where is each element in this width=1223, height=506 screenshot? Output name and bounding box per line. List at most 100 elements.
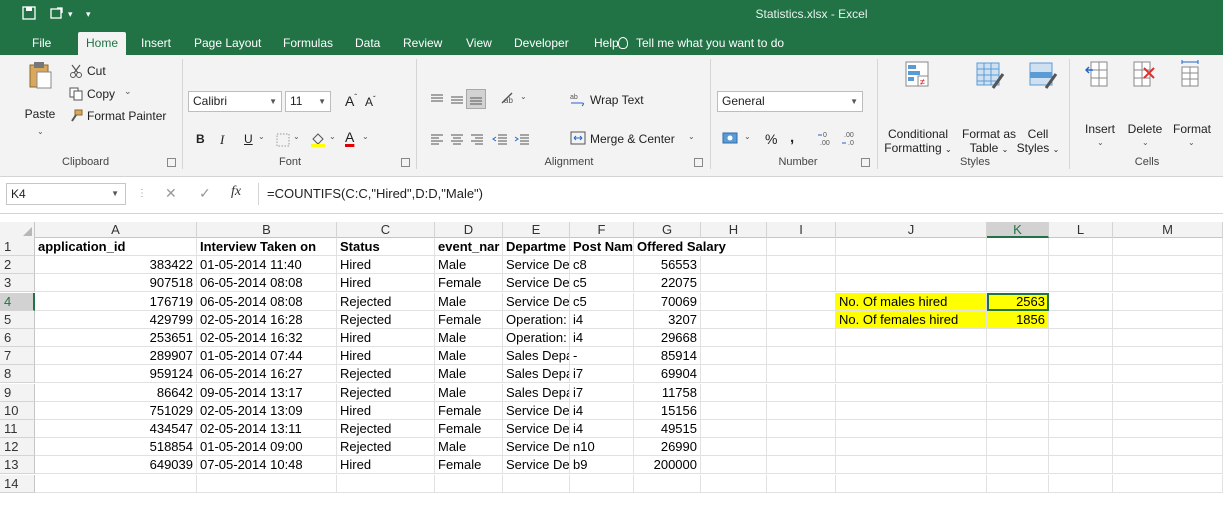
cell-e12[interactable]: Service De — [503, 438, 570, 457]
cell-h2[interactable] — [701, 256, 767, 275]
cell-m14[interactable] — [1113, 474, 1223, 493]
cell-k4[interactable]: 2563 — [987, 292, 1049, 311]
cell-b7[interactable]: 01-05-2014 07:44 — [197, 347, 337, 366]
cell-d6[interactable]: Male — [435, 329, 503, 347]
column-header-b[interactable]: B — [197, 222, 337, 238]
cell-b10[interactable]: 02-05-2014 13:09 — [197, 401, 337, 420]
cell-j3[interactable] — [836, 274, 987, 293]
cell-m9[interactable] — [1113, 383, 1223, 402]
cell-e11[interactable]: Service De — [503, 420, 570, 438]
cell-a8[interactable]: 959124 — [35, 365, 197, 384]
align-center-icon[interactable] — [450, 133, 464, 148]
cell-a9[interactable]: 86642 — [35, 383, 197, 402]
comma-style-button[interactable]: , — [790, 129, 794, 146]
cell-l6[interactable] — [1049, 329, 1113, 347]
conditional-formatting-icon[interactable]: ≠ — [904, 60, 932, 93]
cell-e14[interactable] — [503, 474, 570, 493]
cell-k10[interactable] — [987, 401, 1049, 420]
tell-me-search[interactable]: Tell me what you want to do — [618, 33, 784, 55]
cell-l7[interactable] — [1049, 347, 1113, 366]
tab-insert[interactable]: Insert — [133, 33, 179, 55]
cell-m8[interactable] — [1113, 365, 1223, 384]
cell-c12[interactable]: Rejected — [337, 438, 435, 457]
cell-b6[interactable]: 02-05-2014 16:32 — [197, 329, 337, 347]
wrap-text-icon[interactable]: ab — [570, 93, 586, 110]
cell-j10[interactable] — [836, 401, 987, 420]
cell-c2[interactable]: Hired — [337, 256, 435, 275]
format-painter-icon[interactable] — [69, 109, 83, 126]
cell-a2[interactable]: 383422 — [35, 256, 197, 275]
cell-f1[interactable]: Post Nam — [570, 238, 634, 256]
cell-k1[interactable] — [987, 238, 1049, 256]
insert-dropdown-icon[interactable]: ⌄ — [1097, 138, 1104, 147]
cell-i14[interactable] — [767, 474, 836, 493]
cell-b4[interactable]: 06-05-2014 08:08 — [197, 292, 337, 311]
column-header-k[interactable]: K — [987, 222, 1049, 238]
row-header-1[interactable]: 1 — [0, 238, 35, 256]
cell-e2[interactable]: Service De — [503, 256, 570, 275]
column-header-h[interactable]: H — [701, 222, 767, 238]
cell-f9[interactable]: i7 — [570, 383, 634, 402]
cell-b1[interactable]: Interview Taken on — [197, 238, 337, 256]
cell-a1[interactable]: application_id — [35, 238, 197, 256]
orientation-icon[interactable]: ab — [500, 91, 518, 108]
cell-f10[interactable]: i4 — [570, 401, 634, 420]
font-name-combo[interactable]: Calibri ▼ — [188, 91, 282, 112]
cell-g13[interactable]: 200000 — [634, 456, 701, 475]
formula-input[interactable]: =COUNTIFS(C:C,"Hired",D:D,"Male") — [258, 183, 1223, 205]
column-header-i[interactable]: I — [767, 222, 836, 238]
cell-g2[interactable]: 56553 — [634, 256, 701, 275]
cell-e3[interactable]: Service De — [503, 274, 570, 293]
column-header-d[interactable]: D — [435, 222, 503, 238]
font-color-dropdown-icon[interactable]: ⌄ — [362, 132, 369, 141]
cell-e1[interactable]: Departme — [503, 238, 570, 256]
cell-e10[interactable]: Service De — [503, 401, 570, 420]
decrease-decimal-icon[interactable]: .00.0 — [842, 129, 858, 150]
cell-f13[interactable]: b9 — [570, 456, 634, 475]
cell-b11[interactable]: 02-05-2014 13:11 — [197, 420, 337, 438]
align-top-icon[interactable] — [430, 93, 444, 108]
underline-dropdown-icon[interactable]: ⌄ — [258, 132, 265, 141]
column-header-j[interactable]: J — [836, 222, 987, 238]
cell-k6[interactable] — [987, 329, 1049, 347]
cell-l9[interactable] — [1049, 383, 1113, 402]
cell-j7[interactable] — [836, 347, 987, 366]
merge-center-button[interactable]: Merge & Center — [590, 132, 675, 146]
borders-dropdown-icon[interactable]: ⌄ — [293, 132, 300, 141]
cell-c4[interactable]: Rejected — [337, 292, 435, 311]
cell-h4[interactable] — [701, 292, 767, 311]
cell-i3[interactable] — [767, 274, 836, 293]
cell-l5[interactable] — [1049, 310, 1113, 329]
cell-m3[interactable] — [1113, 274, 1223, 293]
paste-button[interactable]: Paste — [22, 107, 58, 121]
cell-d9[interactable]: Male — [435, 383, 503, 402]
align-right-icon[interactable] — [470, 133, 484, 148]
cell-i8[interactable] — [767, 365, 836, 384]
cell-k9[interactable] — [987, 383, 1049, 402]
cell-m5[interactable] — [1113, 310, 1223, 329]
tab-review[interactable]: Review — [395, 33, 450, 55]
format-as-table-button[interactable]: Format as Table ⌄ — [955, 127, 1023, 157]
tab-developer[interactable]: Developer — [506, 33, 577, 55]
insert-cells-button[interactable]: Insert — [1078, 122, 1122, 136]
format-cells-icon[interactable] — [1178, 58, 1204, 91]
cell-l2[interactable] — [1049, 256, 1113, 275]
format-cells-button[interactable]: Format — [1166, 122, 1218, 136]
cell-f14[interactable] — [570, 474, 634, 493]
cell-d4[interactable]: Male — [435, 292, 503, 311]
cell-i2[interactable] — [767, 256, 836, 275]
cell-a5[interactable]: 429799 — [35, 310, 197, 329]
delete-dropdown-icon[interactable]: ⌄ — [1142, 138, 1149, 147]
cell-k14[interactable] — [987, 474, 1049, 493]
cell-d1[interactable]: event_nar — [435, 238, 503, 256]
borders-icon[interactable] — [276, 133, 290, 150]
cell-f6[interactable]: i4 — [570, 329, 634, 347]
format-dropdown-icon[interactable]: ⌄ — [1188, 138, 1195, 147]
cell-d8[interactable]: Male — [435, 365, 503, 384]
accounting-dropdown-icon[interactable]: ⌄ — [744, 132, 751, 141]
cell-i6[interactable] — [767, 329, 836, 347]
cell-e6[interactable]: Operation: — [503, 329, 570, 347]
cell-d10[interactable]: Female — [435, 401, 503, 420]
cell-h6[interactable] — [701, 329, 767, 347]
row-header-14[interactable]: 14 — [0, 474, 35, 493]
